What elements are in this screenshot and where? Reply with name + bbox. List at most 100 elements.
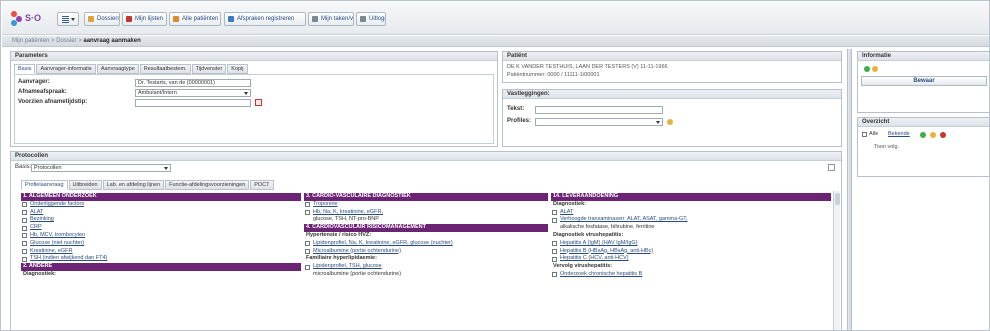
protocol-checkbox[interactable]	[305, 264, 310, 270]
toolbar-button-1[interactable]: Mijn lijsten	[122, 12, 167, 26]
protocol-link[interactable]: Hb, Na, K, kreatinine, eGFR,	[313, 209, 383, 215]
protocol-link[interactable]: Hb, MCV, trombocyten	[30, 232, 85, 238]
protocol-checkbox[interactable]	[22, 233, 27, 239]
grid-menu-button[interactable]	[57, 12, 79, 26]
requester-field[interactable]: Dr. Testarts, van de (00000001)	[135, 79, 251, 87]
protocol-link[interactable]: Hepatitis A (IgM) (HAV IgM/IgG)	[560, 240, 638, 246]
protocol-item[interactable]: CRP	[21, 224, 301, 232]
protocol-item[interactable]: Hb, MCV, trombocyten	[21, 232, 301, 240]
protocol-link[interactable]: Hepatitis B (HBsAg, HBsAg, anti-HBc)	[560, 248, 653, 254]
toolbar-button-3[interactable]: Afspraken registreren	[224, 12, 306, 26]
protocol-item[interactable]: Hb, Na, K, kreatinine, eGFR,	[304, 209, 548, 217]
protocol-checkbox[interactable]	[552, 272, 557, 278]
protocols-filter-select[interactable]: Protocollen	[31, 164, 171, 172]
protocol-link[interactable]: Troponine	[313, 201, 338, 207]
protocols-tab-0[interactable]: Profielaanvraag	[21, 180, 68, 190]
protocol-item[interactable]: Onderliggende factors	[21, 201, 301, 209]
protocol-checkbox[interactable]	[552, 256, 557, 262]
refresh-icon[interactable]	[920, 132, 926, 138]
protocol-checkbox[interactable]	[22, 241, 27, 247]
protocol-link[interactable]: Bezinking	[30, 216, 54, 222]
protocols-tab-2[interactable]: Lab. en afdeling lijnen	[102, 180, 165, 190]
protocol-checkbox[interactable]	[22, 249, 27, 255]
protocol-checkbox[interactable]	[305, 249, 310, 255]
protocol-item[interactable]: Troponine	[304, 201, 548, 209]
protocol-link[interactable]: Microalbumine (portie ochtendurine)	[313, 248, 401, 254]
protocol-item[interactable]: Bezinking	[21, 216, 301, 224]
protocol-item[interactable]: Hepatitis C (HCV, anti-HCV)	[551, 255, 831, 263]
toolbar-button-label: Dossiers	[97, 16, 120, 22]
protocol-link[interactable]: CRP	[30, 224, 42, 230]
protocol-checkbox[interactable]	[22, 202, 27, 208]
parameters-tab-3[interactable]: Resultaatbestem.	[139, 64, 191, 74]
protocol-checkbox[interactable]	[552, 217, 557, 223]
parameters-tab-4[interactable]: Tijdvenster	[191, 64, 227, 74]
toolbar-button-2[interactable]: Alle patiënten	[169, 12, 221, 26]
protocol-link[interactable]: ALAT	[30, 209, 43, 215]
toolbar-button-5[interactable]: Uitloggen	[356, 12, 386, 26]
protocol-checkbox[interactable]	[305, 241, 310, 247]
notes-profiles-select[interactable]	[535, 118, 663, 126]
protocol-checkbox[interactable]	[22, 217, 27, 223]
protocol-item[interactable]: TSH (indien afwijkend dan FT4)	[21, 255, 301, 263]
sampling-time-field[interactable]	[135, 99, 251, 107]
protocols-filter-label: Basis:	[15, 164, 32, 170]
delete-icon[interactable]	[940, 132, 946, 138]
toolbar-button-0[interactable]: Dossiers	[84, 12, 120, 26]
protocol-item[interactable]: Microalbumine (portie ochtendurine)	[304, 248, 548, 256]
protocol-checkbox[interactable]	[305, 202, 310, 208]
parameters-tab-0[interactable]: Basis	[14, 64, 36, 74]
parameters-tab-5[interactable]: Kopij	[227, 64, 248, 74]
parameters-tab-2[interactable]: Aanvraagtype	[96, 64, 139, 74]
protocol-item[interactable]: ALAT	[21, 209, 301, 217]
protocols-tab-1[interactable]: Uitbreiden	[68, 180, 102, 190]
protocol-item[interactable]: Hepatitis A (IgM) (HAV IgM/IgG)	[551, 240, 831, 248]
star-icon[interactable]	[930, 132, 936, 138]
protocol-checkbox[interactable]	[22, 210, 27, 216]
overview-panel: Overzicht Alle Bekende Toon volg.	[857, 117, 989, 177]
protocol-link[interactable]: TSH (indien afwijkend dan FT4)	[30, 255, 107, 261]
protocols-tab-4[interactable]: POCT	[250, 180, 274, 190]
protocol-item[interactable]: Onderzoek chronische hepatitis B	[551, 271, 831, 279]
protocol-item[interactable]: Glucose (niet nuchter)	[21, 240, 301, 248]
add-icon[interactable]	[667, 119, 673, 125]
panel-splitter[interactable]	[847, 49, 852, 330]
breadcrumb-path[interactable]: Mijn patiënten > Dossier >	[12, 38, 83, 44]
protocol-link[interactable]: Lipidenprofiel, Na, K, kreatinine, eGFR,…	[313, 240, 453, 246]
parameters-tab-1[interactable]: Aanvrager-informatie	[36, 64, 96, 74]
known-filter-link[interactable]: Bekende	[888, 131, 910, 137]
show-follow-label[interactable]: Toon volg.	[874, 144, 899, 150]
sampling-select[interactable]: Ambulant/Intern	[135, 89, 251, 97]
calendar-icon[interactable]	[255, 99, 262, 106]
protocol-link[interactable]: Onderzoek chronische hepatitis B	[560, 271, 642, 277]
protocol-item[interactable]: Verhoogde transaminasen: ALAT, ASAT, gam…	[551, 216, 831, 224]
protocols-tab-3[interactable]: Functie-afdelingsvoorzieningen	[165, 180, 250, 190]
protocol-checkbox[interactable]	[22, 256, 27, 262]
protocol-checkbox[interactable]	[552, 210, 557, 216]
protocols-scrollbar[interactable]	[833, 191, 840, 330]
toolbar-button-4[interactable]: Mijn taken/vragen	[308, 12, 354, 26]
protocol-link[interactable]: Verhoogde transaminasen: ALAT, ASAT, gam…	[560, 216, 688, 222]
app-logo[interactable]: S·O	[11, 11, 51, 27]
protocol-link[interactable]: Lipidenprofiel, TSH, glucose	[313, 263, 382, 269]
protocol-checkbox[interactable]	[552, 249, 557, 255]
protocol-checkbox[interactable]	[22, 225, 27, 231]
select-all-checkbox[interactable]	[862, 132, 867, 137]
notes-text-field[interactable]	[535, 106, 663, 114]
protocol-item[interactable]: Lipidenprofiel, Na, K, kreatinine, eGFR,…	[304, 240, 548, 248]
protocol-item[interactable]: ALAT	[551, 209, 831, 217]
save-button[interactable]: Bewaar	[861, 76, 987, 86]
protocol-item[interactable]: Lipidenprofiel, TSH, glucose	[304, 263, 548, 271]
info-panel: Informatie Bewaar	[857, 51, 989, 113]
protocol-item[interactable]: Hepatitis B (HBsAg, HBsAg, anti-HBc)	[551, 248, 831, 256]
protocol-link[interactable]: ALAT	[560, 209, 573, 215]
protocol-link[interactable]: Onderliggende factors	[30, 201, 84, 207]
protocol-checkbox[interactable]	[305, 210, 310, 216]
protocol-link[interactable]: Glucose (niet nuchter)	[30, 240, 84, 246]
scrollbar-thumb[interactable]	[835, 193, 840, 205]
expand-icon[interactable]	[828, 164, 835, 171]
protocol-link[interactable]: Kreatinine, eGFR	[30, 248, 73, 254]
protocol-checkbox[interactable]	[552, 241, 557, 247]
protocol-item[interactable]: Kreatinine, eGFR	[21, 248, 301, 256]
protocol-link[interactable]: Hepatitis C (HCV, anti-HCV)	[560, 255, 629, 261]
